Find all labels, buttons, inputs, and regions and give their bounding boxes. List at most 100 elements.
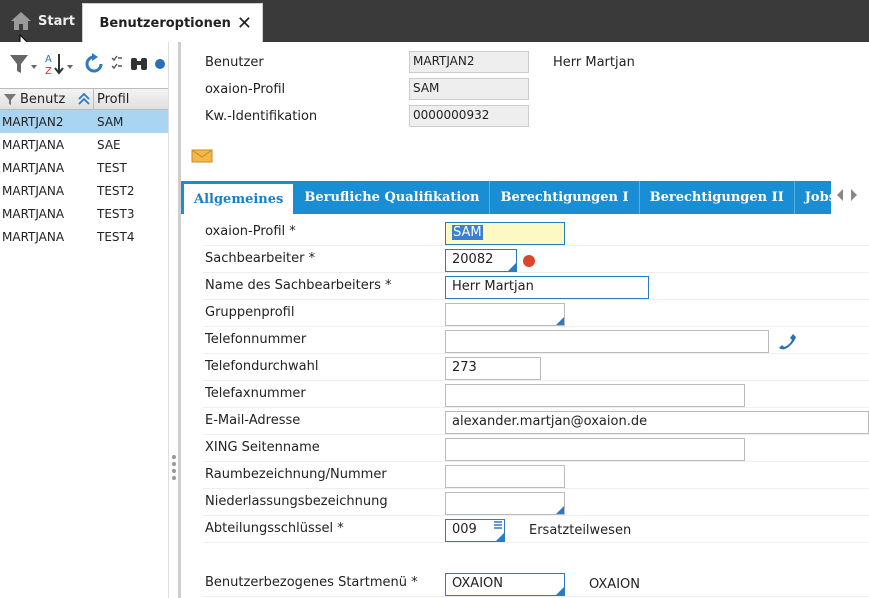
status-dot-icon[interactable]: [153, 52, 167, 76]
sachbearbeiter-field[interactable]: 20082: [445, 249, 517, 272]
chevron-left-icon[interactable]: [835, 188, 845, 202]
name-sachbearbeiter-field[interactable]: Herr Martjan: [445, 276, 649, 299]
row-sachbearbeiter: Sachbearbeiter * 20082: [203, 247, 869, 273]
filter-icon[interactable]: [8, 52, 40, 76]
header-user-name: Herr Martjan: [553, 55, 635, 70]
gruppenprofil-field[interactable]: [445, 303, 565, 326]
cell-user: MARTJAN2: [2, 114, 64, 129]
svg-text:A: A: [45, 54, 52, 65]
header-kw-value: 0000000932: [409, 105, 529, 127]
tab-start[interactable]: Start: [0, 4, 85, 38]
table-row[interactable]: MARTJANA TEST: [0, 156, 168, 179]
cell-user: MARTJANA: [2, 137, 65, 152]
status-dot-red-icon: [523, 255, 535, 267]
grid-header-profile-label: Profil: [97, 91, 130, 107]
row-niederlassung: Niederlassungsbezeichnung: [203, 490, 869, 516]
table-row[interactable]: MARTJANA SAE: [0, 133, 168, 156]
tab-berechtigungen-1[interactable]: Berechtigungen I: [490, 181, 640, 214]
niederlassung-field[interactable]: [445, 492, 565, 515]
grid-header-user[interactable]: Benutz: [0, 89, 94, 109]
oxaion-profil-field[interactable]: SAM: [445, 222, 565, 245]
grid-rows: MARTJAN2 SAM MARTJANA SAE MARTJANA TEST …: [0, 110, 168, 248]
tab-start-label: Start: [38, 13, 75, 29]
row-telefaxnummer: Telefaxnummer: [203, 382, 869, 408]
filter-small-icon: [4, 94, 16, 105]
table-row[interactable]: MARTJANA TEST4: [0, 225, 168, 248]
binoculars-icon[interactable]: [129, 52, 149, 76]
main-panel: Benutzer MARTJAN2 Herr Martjan oxaion-Pr…: [181, 42, 869, 598]
label-startmenu: Benutzerbezogenes Startmenü *: [205, 575, 418, 590]
header-user-label: Benutzer: [205, 55, 264, 70]
checklist-icon[interactable]: [110, 52, 124, 76]
panel-splitter[interactable]: [168, 42, 178, 598]
raum-field[interactable]: [445, 465, 565, 488]
label-sachbearbeiter: Sachbearbeiter *: [205, 251, 316, 266]
tab-benutzeroptionen[interactable]: Benutzeroptionen ✕: [82, 3, 263, 42]
row-telefondurchwahl: Telefondurchwahl 273: [203, 355, 869, 381]
splitter-handle-icon[interactable]: [172, 455, 176, 483]
row-raum: Raumbezeichnung/Nummer: [203, 463, 869, 489]
label-telefondurchwahl: Telefondurchwahl: [205, 359, 319, 374]
email-field[interactable]: alexander.martjan@oxaion.de: [445, 411, 869, 434]
telefonnummer-field[interactable]: [445, 330, 769, 353]
row-startmenu: Benutzerbezogenes Startmenü * OXAION OXA…: [203, 571, 869, 597]
label-abteilung: Abteilungsschlüssel *: [205, 521, 344, 536]
row-oxaion-profil: oxaion-Profil * SAM: [203, 220, 869, 246]
tab-berufliche-qualifikation[interactable]: Berufliche Qualifikation: [294, 181, 491, 214]
cell-user: MARTJANA: [2, 160, 65, 175]
telefaxnummer-field[interactable]: [445, 384, 745, 407]
app-window: Start Benutzeroptionen ✕ A Z Benutz Prof…: [0, 0, 869, 598]
table-row[interactable]: MARTJAN2 SAM: [0, 110, 168, 133]
lookup-corner-icon: [556, 587, 564, 595]
cell-profile: SAM: [97, 114, 124, 129]
header-profile-label: oxaion-Profil: [205, 82, 286, 97]
label-gruppenprofil: Gruppenprofil: [205, 305, 295, 320]
row-abteilung: Abteilungsschlüssel * 009 Ersatzteilwese…: [203, 517, 869, 543]
row-email: E-Mail-Adresse alexander.martjan@oxaion.…: [203, 409, 869, 435]
table-row[interactable]: MARTJANA TEST3: [0, 202, 168, 225]
cell-profile: TEST: [97, 160, 127, 175]
top-tab-bar: Start Benutzeroptionen ✕: [0, 0, 869, 53]
lookup-corner-icon: [556, 506, 564, 514]
close-icon[interactable]: ✕: [237, 13, 252, 34]
startmenu-value: OXAION: [452, 576, 503, 591]
cell-profile: TEST2: [97, 183, 135, 198]
phone-icon[interactable]: [777, 331, 799, 353]
lookup-corner-icon: [508, 263, 516, 271]
label-raum: Raumbezeichnung/Nummer: [205, 467, 387, 482]
table-row[interactable]: MARTJANA TEST2: [0, 179, 168, 202]
envelope-icon[interactable]: [191, 148, 213, 164]
oxaion-profil-value: SAM: [452, 225, 483, 240]
telefondurchwahl-field[interactable]: 273: [445, 357, 541, 380]
tab-scroll-arrows: [835, 188, 859, 202]
home-icon: [11, 12, 31, 30]
grid-header-user-label: Benutz: [20, 91, 66, 107]
sachbearbeiter-value: 20082: [452, 252, 494, 267]
lookup-corner-icon: [496, 533, 504, 541]
cell-profile: TEST4: [97, 229, 135, 244]
refresh-icon[interactable]: [82, 52, 106, 76]
tab-allgemeines[interactable]: Allgemeines: [183, 183, 295, 214]
row-telefonnummer: Telefonnummer: [203, 328, 869, 354]
form-tab-bar: Allgemeines Berufliche Qualifikation Ber…: [181, 181, 869, 214]
list-icon: [494, 521, 502, 529]
row-gruppenprofil: Gruppenprofil: [203, 301, 869, 327]
row-xing: XING Seitenname: [203, 436, 869, 462]
abteilung-value: 009: [452, 522, 477, 537]
email-value: alexander.martjan@oxaion.de: [452, 414, 648, 429]
sort-az-icon[interactable]: A Z: [44, 52, 76, 76]
xing-field[interactable]: [445, 438, 745, 461]
tab-berechtigungen-2[interactable]: Berechtigungen II: [640, 181, 795, 214]
svg-text:Z: Z: [45, 66, 52, 76]
row-name-sachbearbeiter: Name des Sachbearbeiters * Herr Martjan: [203, 274, 869, 300]
left-toolbar: A Z: [0, 50, 168, 80]
header-kw-label: Kw.-Identifikation: [205, 109, 318, 124]
startmenu-field[interactable]: OXAION: [445, 573, 565, 596]
chevron-right-icon[interactable]: [849, 188, 859, 202]
label-oxaion-profil: oxaion-Profil *: [205, 224, 296, 239]
header-user-value: MARTJAN2: [409, 51, 529, 73]
grid-header: Benutz Profil: [0, 88, 168, 110]
tab-benutzeroptionen-label: Benutzeroptionen: [99, 15, 231, 31]
grid-header-profile[interactable]: Profil: [94, 89, 168, 109]
abteilung-field[interactable]: 009: [445, 519, 505, 542]
